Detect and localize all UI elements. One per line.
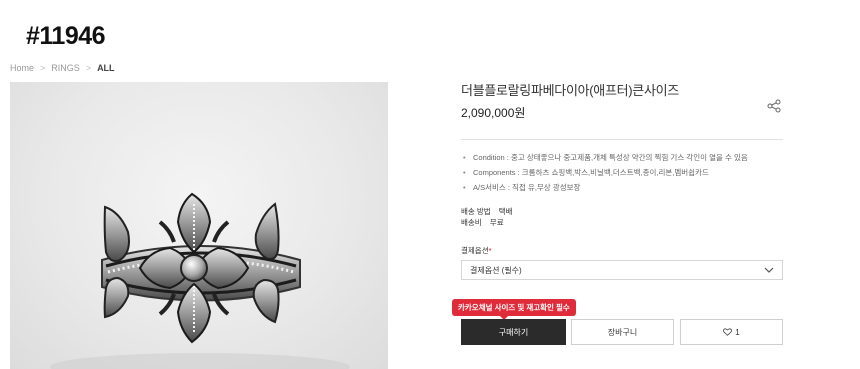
- spec-components: Components : 크롬하츠 쇼핑백,박스,비닐백,더스트백,종이,리본,…: [461, 167, 783, 179]
- required-mark: *: [488, 246, 492, 255]
- product-image: [10, 82, 388, 369]
- product-title: 더블플로랄링파베다이아(애프터)큰사이즈: [461, 83, 679, 98]
- shipping-method: 배송 방법 택배: [461, 206, 783, 217]
- divider: [461, 139, 783, 140]
- shipping-fee-value: 무료: [489, 218, 504, 227]
- spec-condition: Condition : 중고 상태좋으나 중고제품,개체 특성상 약간의 찍힘 …: [461, 152, 783, 164]
- breadcrumb-separator: >: [40, 63, 46, 73]
- heart-icon: [723, 328, 733, 336]
- shipping-method-label: 배송 방법: [461, 207, 491, 216]
- breadcrumb-separator: >: [85, 63, 92, 73]
- buy-button[interactable]: 구매하기: [461, 319, 566, 345]
- chevron-down-icon: [764, 267, 774, 273]
- breadcrumb-category[interactable]: RINGS: [51, 63, 80, 73]
- cart-button[interactable]: 장바구니: [571, 319, 674, 345]
- shipping-fee: 배송비 무료: [461, 217, 783, 228]
- product-info: 더블플로랄링파베다이아(애프터)큰사이즈 2,090,000원 Conditio…: [461, 80, 783, 280]
- like-button[interactable]: 1: [680, 319, 783, 345]
- payment-option-value: 결제옵션 (필수): [470, 265, 522, 275]
- shipping-info: 배송 방법 택배 배송비 무료: [461, 206, 783, 228]
- size-stock-tooltip: 카카오채널 사이즈 및 재고확인 필수: [452, 299, 576, 320]
- spec-list: Condition : 중고 상태좋으나 중고제품,개체 특성상 약간의 찍힘 …: [461, 152, 783, 194]
- breadcrumb: Home > RINGS > ALL: [10, 63, 115, 73]
- breadcrumb-home[interactable]: Home: [10, 63, 34, 73]
- shipping-fee-label: 배송비: [461, 218, 482, 227]
- shipping-method-value: 택배: [498, 207, 513, 216]
- payment-option-select[interactable]: 결제옵션 (필수): [461, 260, 783, 280]
- spec-as-service: A/S서비스 : 직접 유,무상 광성보장: [461, 182, 783, 194]
- share-icon[interactable]: [767, 99, 781, 113]
- option-label-text: 결제옵션: [461, 246, 489, 255]
- like-count: 1: [735, 327, 740, 337]
- product-code: #11946: [26, 22, 106, 50]
- option-label: 결제옵션*: [461, 245, 783, 256]
- product-price: 2,090,000원: [461, 106, 526, 120]
- ring-image: [50, 192, 350, 369]
- breadcrumb-current[interactable]: ALL: [97, 63, 115, 73]
